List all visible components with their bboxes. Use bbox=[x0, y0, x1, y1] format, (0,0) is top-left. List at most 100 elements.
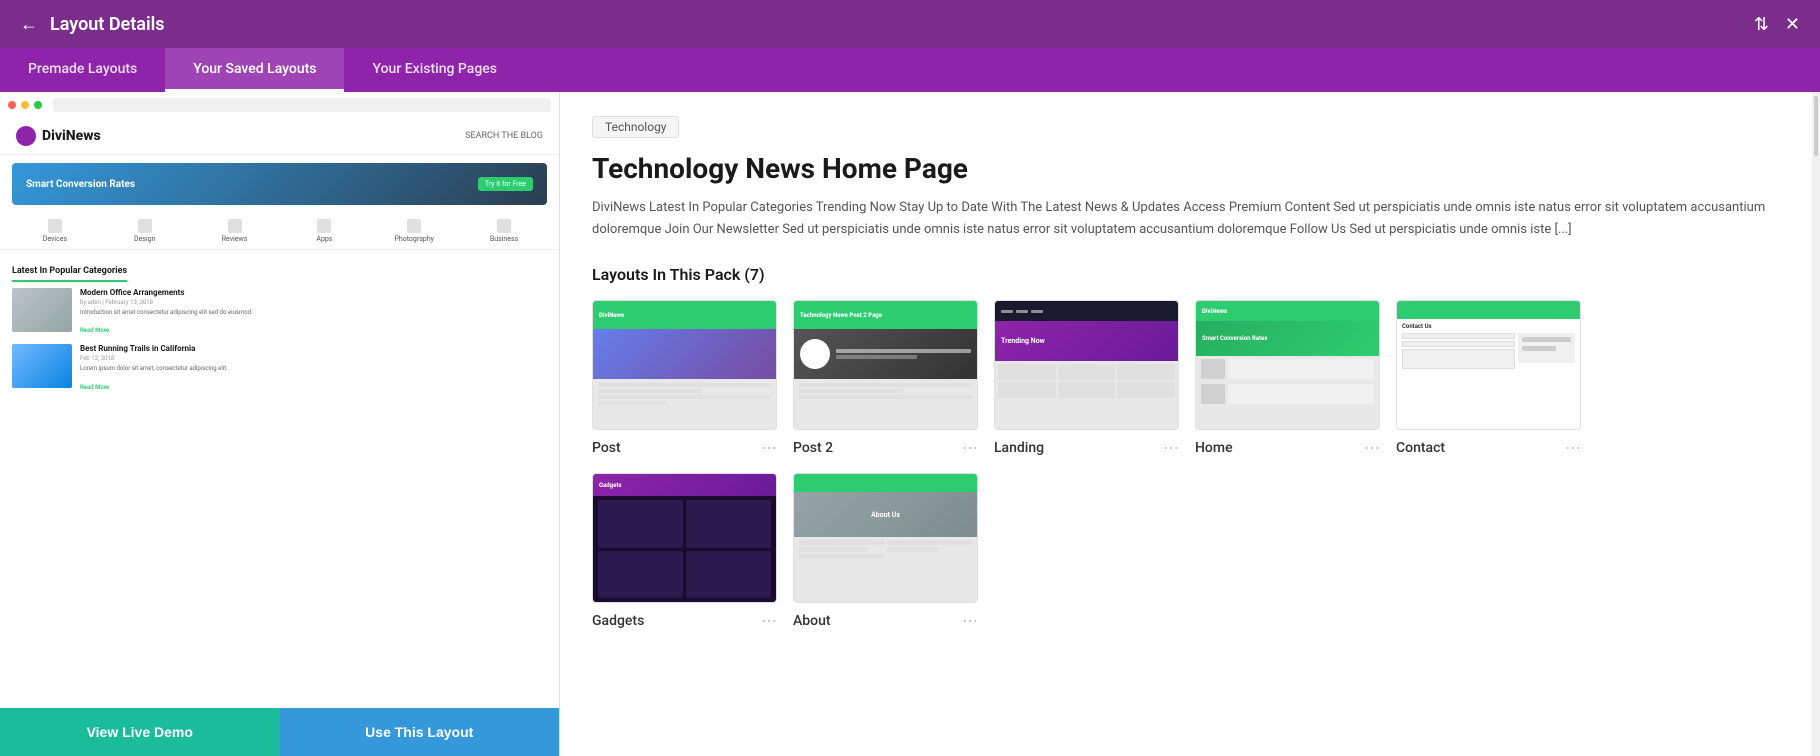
thumb-logo-home: DiviNews bbox=[1202, 308, 1227, 315]
thumbnail-home[interactable]: DiviNews Smart Conversion Rates bbox=[1195, 300, 1380, 457]
thumb-about-line-2 bbox=[799, 547, 867, 552]
thumb-col-2 bbox=[887, 540, 972, 559]
thumbnail-landing[interactable]: Trending Now Landing ⋯ bbox=[994, 300, 1179, 457]
thumb-line-a bbox=[836, 349, 971, 353]
thumb-text-post2 bbox=[794, 379, 977, 405]
scrollbar-thumb[interactable] bbox=[1814, 96, 1818, 156]
thumbnail-footer-about: About ⋯ bbox=[793, 611, 978, 630]
divi-logo: DiviNews bbox=[16, 126, 101, 146]
thumbnail-post[interactable]: DiviNews Post ⋯ bbox=[592, 300, 777, 457]
article-text-2: Best Running Trails in California Feb 12… bbox=[80, 344, 228, 392]
preview-actions: View Live Demo Use This Layout bbox=[0, 708, 559, 756]
header: ← Layout Details ⇅ ✕ bbox=[0, 0, 1820, 48]
thumb-nav-landing bbox=[1001, 310, 1043, 313]
thumb-dark-3 bbox=[598, 551, 683, 599]
tab-existing[interactable]: Your Existing Pages bbox=[344, 48, 524, 92]
thumb-line-p2-1 bbox=[799, 383, 972, 387]
tab-premade[interactable]: Premade Layouts bbox=[0, 48, 165, 92]
thumb-dark-4 bbox=[686, 551, 771, 599]
thumbnail-gadgets[interactable]: Gadgets Gadgets ⋯ bbox=[592, 473, 777, 630]
thumb-text-post bbox=[593, 379, 776, 411]
header-left: ← Layout Details bbox=[20, 14, 165, 35]
thumb-hero-text-home: Smart Conversion Rates bbox=[1202, 335, 1267, 342]
thumb-about-line-3 bbox=[799, 554, 884, 559]
thumb-dark-1 bbox=[598, 500, 683, 548]
thumbnail-img-post2: Technology News Post 2 Page bbox=[793, 300, 978, 430]
read-more-1[interactable]: Read More bbox=[80, 327, 109, 334]
thumb-cell-6 bbox=[1117, 382, 1175, 398]
thumb-about-line-5 bbox=[887, 547, 938, 552]
back-icon[interactable]: ← bbox=[20, 14, 38, 35]
thumbnail-name-about: About bbox=[793, 613, 831, 629]
thumbnail-footer-contact: Contact ⋯ bbox=[1396, 438, 1581, 457]
scrollbar[interactable] bbox=[1812, 92, 1820, 756]
thumb-about-line-1 bbox=[799, 540, 884, 545]
article-card-2: Best Running Trails in California Feb 12… bbox=[12, 344, 547, 392]
thumb-form-contact bbox=[1402, 333, 1515, 371]
thumb-menu-post2[interactable]: ⋯ bbox=[962, 438, 978, 457]
thumb-menu-gadgets[interactable]: ⋯ bbox=[761, 611, 777, 630]
thumb-menu-landing[interactable]: ⋯ bbox=[1163, 438, 1179, 457]
thumb-header-landing bbox=[995, 301, 1178, 321]
read-more-2[interactable]: Read More bbox=[80, 384, 109, 391]
cat-devices: Devices bbox=[12, 219, 98, 243]
divi-header: DiviNews SEARCH THE BLOG bbox=[0, 118, 559, 155]
thumb-nav-dot-2 bbox=[1016, 310, 1028, 313]
cat-photography: Photography bbox=[371, 219, 457, 243]
thumbnail-name-gadgets: Gadgets bbox=[592, 613, 644, 629]
main-content: DiviNews SEARCH THE BLOG Smart Conversio… bbox=[0, 92, 1820, 756]
thumb-content-contact: Contact Us bbox=[1397, 319, 1580, 429]
thumb-side-contact bbox=[1402, 333, 1575, 371]
articles-section: Latest In Popular Categories Modern Offi… bbox=[0, 250, 559, 409]
thumbnail-contact[interactable]: Contact Us bbox=[1396, 300, 1581, 457]
section-title: Latest In Popular Categories bbox=[12, 266, 127, 282]
thumb-menu-home[interactable]: ⋯ bbox=[1364, 438, 1380, 457]
thumbnail-name-post2: Post 2 bbox=[793, 440, 833, 456]
thumbnail-img-home: DiviNews Smart Conversion Rates bbox=[1195, 300, 1380, 430]
browser-dot-red bbox=[8, 101, 16, 109]
sort-icon[interactable]: ⇅ bbox=[1754, 14, 1769, 35]
thumbnail-footer-post2: Post 2 ⋯ bbox=[793, 438, 978, 457]
thumb-textarea bbox=[1402, 349, 1515, 369]
thumb-title-contact: Contact Us bbox=[1402, 323, 1575, 330]
thumb-input-2 bbox=[1402, 341, 1515, 347]
preview-image: DiviNews SEARCH THE BLOG Smart Conversio… bbox=[0, 92, 559, 708]
thumbnails-grid: DiviNews Post ⋯ bbox=[592, 300, 1780, 630]
thumb-col-1 bbox=[799, 540, 884, 559]
thumb-box-img-1 bbox=[1201, 359, 1225, 379]
cat-apps: Apps bbox=[281, 219, 367, 243]
thumb-row-1 bbox=[1201, 359, 1374, 379]
close-icon[interactable]: ✕ bbox=[1785, 14, 1800, 35]
thumbnail-footer-gadgets: Gadgets ⋯ bbox=[592, 611, 777, 630]
thumb-content-about bbox=[794, 537, 977, 562]
thumb-box-text-2 bbox=[1228, 384, 1374, 404]
thumbnail-img-contact: Contact Us bbox=[1396, 300, 1581, 430]
thumbnail-post2[interactable]: Technology News Post 2 Page bbox=[793, 300, 978, 457]
thumb-menu-post[interactable]: ⋯ bbox=[761, 438, 777, 457]
thumb-trending: Trending Now bbox=[995, 321, 1178, 361]
thumb-menu-contact[interactable]: ⋯ bbox=[1565, 438, 1581, 457]
article-img-inner-1 bbox=[12, 288, 72, 332]
pack-title: Layouts In This Pack (7) bbox=[592, 265, 1780, 284]
thumb-content-gadgets bbox=[593, 496, 776, 602]
live-demo-button[interactable]: View Live Demo bbox=[0, 708, 280, 756]
thumbnail-footer-post: Post ⋯ bbox=[592, 438, 777, 457]
thumbnail-name-home: Home bbox=[1195, 440, 1233, 456]
article-card-1: Modern Office Arrangements by aden | Feb… bbox=[12, 288, 547, 336]
use-layout-button[interactable]: Use This Layout bbox=[280, 708, 560, 756]
thumbnail-about[interactable]: About Us Abo bbox=[793, 473, 978, 630]
article-title-1: Modern Office Arrangements bbox=[80, 288, 253, 297]
thumbnail-name-landing: Landing bbox=[994, 440, 1044, 456]
article-text-1: Modern Office Arrangements by aden | Feb… bbox=[80, 288, 253, 336]
tab-saved[interactable]: Your Saved Layouts bbox=[165, 48, 344, 92]
browser-dot-green bbox=[34, 101, 42, 109]
site-preview: DiviNews SEARCH THE BLOG Smart Conversio… bbox=[0, 118, 559, 708]
preview-mockup: DiviNews SEARCH THE BLOG Smart Conversio… bbox=[0, 92, 559, 708]
cat-icon-apps bbox=[317, 219, 331, 233]
detail-panel: Technology Technology News Home Page Div… bbox=[560, 92, 1812, 756]
layout-title: Technology News Home Page bbox=[592, 152, 1780, 185]
thumb-hero-home: Smart Conversion Rates bbox=[1196, 321, 1379, 356]
thumb-menu-about[interactable]: ⋯ bbox=[962, 611, 978, 630]
thumb-header-home: DiviNews bbox=[1196, 301, 1379, 321]
thumb-cell-2 bbox=[1058, 364, 1116, 380]
